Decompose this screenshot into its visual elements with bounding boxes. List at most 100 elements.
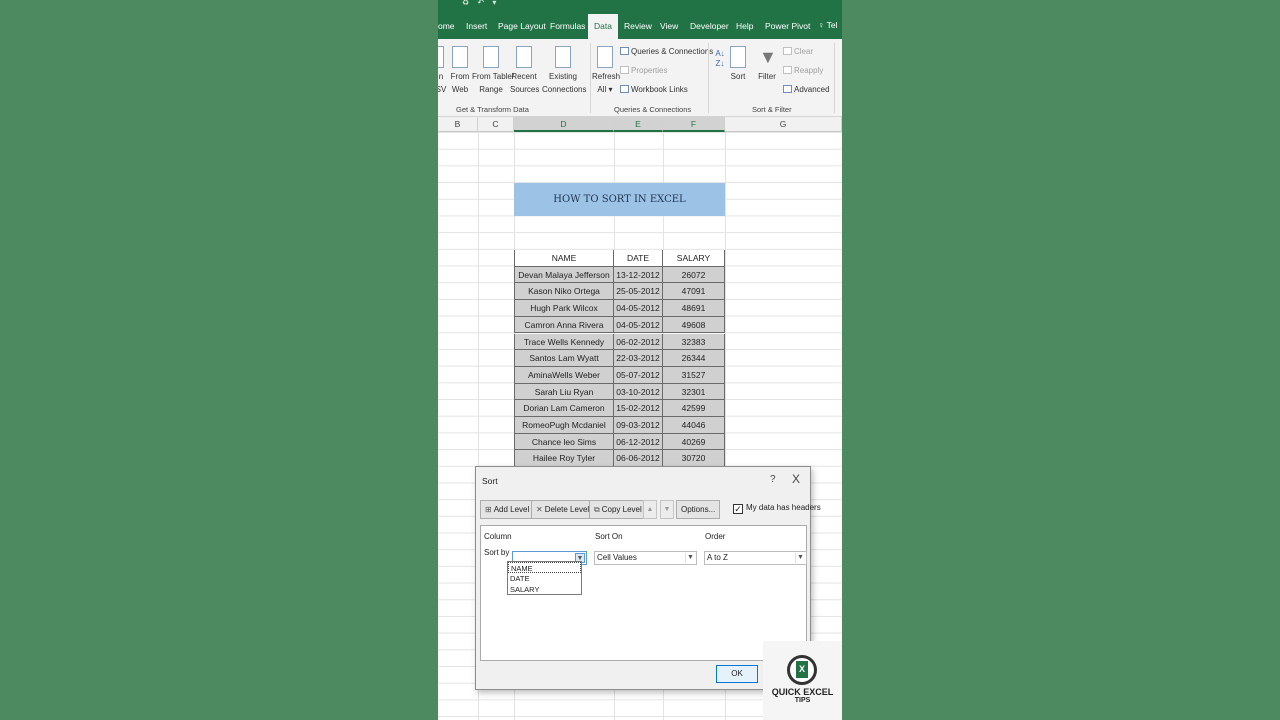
salary-cell[interactable]: 40269 (663, 433, 725, 451)
salary-cell[interactable]: 32383 (663, 333, 725, 351)
column-header-d[interactable]: D (514, 117, 614, 132)
salary-cell[interactable]: 47091 (663, 283, 725, 301)
name-cell[interactable]: Camron Anna Rivera (514, 316, 614, 334)
date-cell[interactable]: 06-12-2012 (614, 433, 663, 451)
add-level-button[interactable]: ⊞ Add Level (480, 500, 535, 519)
salary-cell[interactable]: 26344 (663, 350, 725, 367)
tell-me-search[interactable]: ♀ Tel (818, 20, 837, 30)
column-header-f[interactable]: F (663, 117, 725, 132)
column-header-c[interactable]: C (478, 117, 514, 132)
name-cell[interactable]: Dorian Lam Cameron (514, 400, 614, 417)
delete-level-button[interactable]: ✕ Delete Level (531, 500, 595, 519)
date-cell[interactable]: 03-10-2012 (614, 383, 663, 401)
date-cell[interactable]: 04-05-2012 (614, 300, 663, 317)
date-cell[interactable]: 05-07-2012 (614, 366, 663, 384)
tab-review[interactable]: Review (624, 21, 652, 31)
salary-cell[interactable]: 32301 (663, 383, 725, 401)
refresh-all-button[interactable]: Refresh All ▾ (592, 46, 620, 96)
order-dropdown[interactable]: A to Z ▼ (704, 551, 807, 565)
tab-help[interactable]: Help (736, 21, 753, 31)
existing-label-2: Connections (542, 85, 587, 94)
checkbox-checked-icon[interactable]: ✓ (733, 504, 743, 514)
from-table-range-button[interactable]: From Table/ Range (472, 46, 514, 96)
copy-icon: ⧉ (594, 505, 600, 514)
name-cell[interactable]: Santos Lam Wyatt (514, 350, 614, 367)
reapply-button[interactable]: Reapply (783, 66, 823, 76)
tab-page-layout[interactable]: Page Layout (498, 21, 546, 31)
workbook-links-button[interactable]: Workbook Links (620, 85, 688, 95)
column-header-g[interactable]: G (725, 117, 842, 132)
tab-data[interactable]: Data (588, 14, 618, 39)
name-cell[interactable]: AminaWells Weber (514, 366, 614, 384)
column-header-e[interactable]: E (614, 117, 663, 132)
header-cell-date[interactable]: DATE (614, 250, 663, 267)
existing-connections-button[interactable]: Existing Connections (542, 46, 587, 96)
date-cell[interactable]: 06-02-2012 (614, 333, 663, 351)
properties-label: Properties (631, 66, 668, 75)
date-cell[interactable]: 13-12-2012 (614, 266, 663, 284)
date-cell[interactable]: 22-03-2012 (614, 350, 663, 367)
name-cell[interactable]: Kason Niko Ortega (514, 283, 614, 301)
date-cell[interactable]: 04-05-2012 (614, 316, 663, 334)
help-icon[interactable]: ? (770, 474, 776, 485)
tab-home[interactable]: ome (438, 21, 455, 31)
filter-button[interactable]: ▼ Filter (756, 46, 778, 83)
tab-formulas[interactable]: Formulas (550, 21, 585, 31)
tab-view[interactable]: View (660, 21, 678, 31)
clear-button[interactable]: Clear (783, 47, 813, 57)
undo-icon[interactable]: ↶ (477, 0, 484, 7)
add-level-label: Add Level (493, 505, 530, 514)
header-cell-salary[interactable]: SALARY (663, 250, 725, 267)
chevron-down-icon[interactable]: ▼ (685, 553, 695, 563)
name-cell[interactable]: Sarah Liu Ryan (514, 383, 614, 401)
salary-cell[interactable]: 26072 (663, 266, 725, 284)
salary-cell[interactable]: 44046 (663, 417, 725, 434)
salary-cell[interactable]: 48691 (663, 300, 725, 317)
date-cell[interactable]: 09-03-2012 (614, 417, 663, 434)
salary-cell[interactable]: 49608 (663, 316, 725, 334)
date-cell[interactable]: 25-05-2012 (614, 283, 663, 301)
name-cell[interactable]: RomeoPugh Mcdaniel (514, 417, 614, 434)
name-cell[interactable]: Hailee Roy Tyler (514, 450, 614, 468)
recent-sources-button[interactable]: Recent Sources (510, 46, 539, 96)
date-cell[interactable]: 06-06-2012 (614, 450, 663, 468)
name-cell[interactable]: Devan Malaya Jefferson (514, 266, 614, 284)
options-button[interactable]: Options... (676, 500, 721, 519)
sheet-title-cell[interactable]: HOW TO SORT IN EXCEL (514, 183, 725, 216)
sort-button[interactable]: Sort (728, 46, 748, 83)
queries-connections-button[interactable]: Queries & Connections (620, 47, 713, 57)
salary-cell[interactable]: 42599 (663, 400, 725, 417)
move-down-button[interactable]: ▼ (660, 500, 674, 519)
chevron-down-icon[interactable]: ▼ (795, 553, 805, 563)
option-date[interactable]: DATE (508, 573, 581, 584)
autosave-icon[interactable]: ♻ (462, 0, 469, 7)
tab-developer[interactable]: Developer (690, 21, 729, 31)
my-data-has-headers-checkbox[interactable]: ✓ My data has headers (733, 503, 821, 514)
header-cell-name[interactable]: NAME (514, 250, 614, 267)
sort-on-value: Cell Values (597, 553, 637, 562)
ok-button[interactable]: OK (716, 665, 758, 683)
advanced-button[interactable]: Advanced (783, 85, 830, 95)
column-header-b[interactable]: B (438, 117, 478, 132)
move-up-button[interactable]: ▲ (643, 500, 657, 519)
name-cell[interactable]: Hugh Park Wilcox (514, 300, 614, 317)
tab-power-pivot[interactable]: Power Pivot (765, 21, 810, 31)
sort-on-dropdown[interactable]: Cell Values ▼ (594, 551, 697, 565)
csv-file-icon (438, 46, 444, 68)
option-salary[interactable]: SALARY (508, 584, 581, 595)
sort-az-button[interactable]: A↓ Z↓ (714, 49, 726, 69)
logo-text-line-1: QUICK EXCEL (771, 687, 834, 697)
properties-button[interactable]: Properties (620, 66, 667, 76)
salary-cell[interactable]: 30720 (663, 450, 725, 468)
name-cell[interactable]: Chance leo Sims (514, 433, 614, 451)
salary-cell[interactable]: 31527 (663, 366, 725, 384)
option-name[interactable]: NAME (508, 562, 581, 573)
date-cell[interactable]: 15-02-2012 (614, 400, 663, 417)
name-cell[interactable]: Trace Wells Kennedy (514, 333, 614, 351)
customize-toolbar-icon[interactable]: ▾ (492, 0, 496, 7)
tab-insert[interactable]: Insert (466, 21, 487, 31)
close-icon[interactable]: X (792, 472, 800, 486)
from-text-csv-button[interactable]: n SV (438, 46, 448, 96)
copy-level-button[interactable]: ⧉ Copy Level (589, 500, 647, 519)
from-web-button[interactable]: From Web (450, 46, 470, 96)
